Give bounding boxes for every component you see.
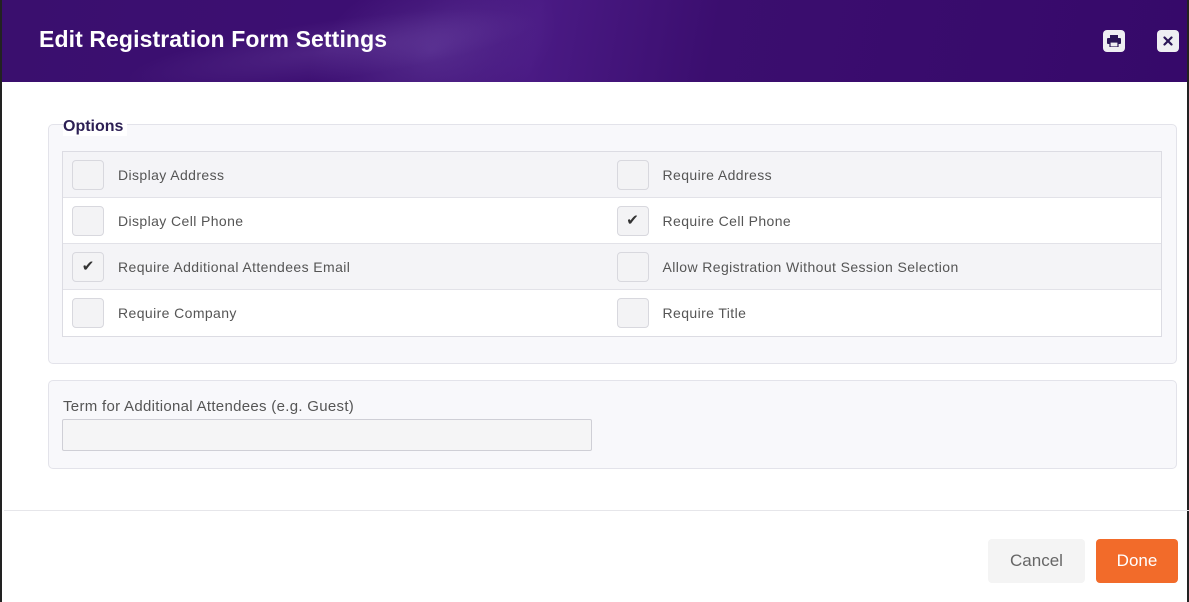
require-address-checkbox[interactable] xyxy=(616,159,649,190)
option-label: Allow Registration Without Session Selec… xyxy=(662,258,959,275)
option-label: Require Company xyxy=(118,305,237,321)
options-legend: Options xyxy=(63,118,128,136)
option-require-additional-attendees-email[interactable]: ✔ Require Additional Attendees Email xyxy=(63,244,617,289)
option-require-address[interactable]: Require Address xyxy=(616,152,1162,197)
done-button[interactable]: Done xyxy=(1096,539,1178,583)
edit-registration-dialog: Edit Registration Form Settings Options … xyxy=(0,0,1189,602)
options-row: Display Cell Phone ✔ Require Cell Phone xyxy=(63,198,1161,244)
print-button[interactable] xyxy=(1103,30,1125,52)
options-row: ✔ Require Additional Attendees Email All… xyxy=(63,244,1161,290)
option-display-address[interactable]: Display Address xyxy=(63,152,617,197)
display-address-checkbox[interactable] xyxy=(72,159,104,190)
footer-divider xyxy=(4,510,1189,511)
checkmark-icon: ✔ xyxy=(81,258,95,275)
checkmark-icon: ✔ xyxy=(626,212,639,229)
option-label: Require Title xyxy=(662,305,747,321)
require-title-checkbox[interactable] xyxy=(616,298,649,328)
allow-registration-without-session-checkbox[interactable] xyxy=(616,251,649,282)
close-icon xyxy=(1163,36,1173,46)
option-label: Require Cell Phone xyxy=(662,212,792,229)
close-button[interactable] xyxy=(1157,30,1179,52)
print-icon xyxy=(1107,35,1121,47)
term-label: Term for Additional Attendees (e.g. Gues… xyxy=(63,398,355,415)
option-label: Display Cell Phone xyxy=(118,212,244,229)
require-additional-attendees-email-checkbox[interactable]: ✔ xyxy=(72,251,104,282)
option-label: Display Address xyxy=(118,166,225,183)
option-display-cell-phone[interactable]: Display Cell Phone xyxy=(63,198,617,243)
term-input[interactable] xyxy=(62,419,592,451)
option-require-company[interactable]: Require Company xyxy=(63,290,617,336)
require-cell-phone-checkbox[interactable]: ✔ xyxy=(616,205,649,236)
option-label: Require Additional Attendees Email xyxy=(118,258,351,275)
dialog-title: Edit Registration Form Settings xyxy=(39,26,388,52)
option-require-cell-phone[interactable]: ✔ Require Cell Phone xyxy=(616,198,1162,243)
option-label: Require Address xyxy=(662,166,773,183)
option-require-title[interactable]: Require Title xyxy=(616,290,1162,336)
dialog-header: Edit Registration Form Settings xyxy=(2,0,1187,82)
options-row: Require Company Require Title xyxy=(63,290,1161,336)
require-company-checkbox[interactable] xyxy=(72,298,104,328)
options-table: Display Address Require Address Display … xyxy=(62,151,1162,337)
options-row: Display Address Require Address xyxy=(63,152,1161,198)
option-allow-registration-without-session[interactable]: Allow Registration Without Session Selec… xyxy=(616,244,1162,289)
display-cell-phone-checkbox[interactable] xyxy=(72,205,104,236)
cancel-button[interactable]: Cancel xyxy=(988,539,1085,583)
